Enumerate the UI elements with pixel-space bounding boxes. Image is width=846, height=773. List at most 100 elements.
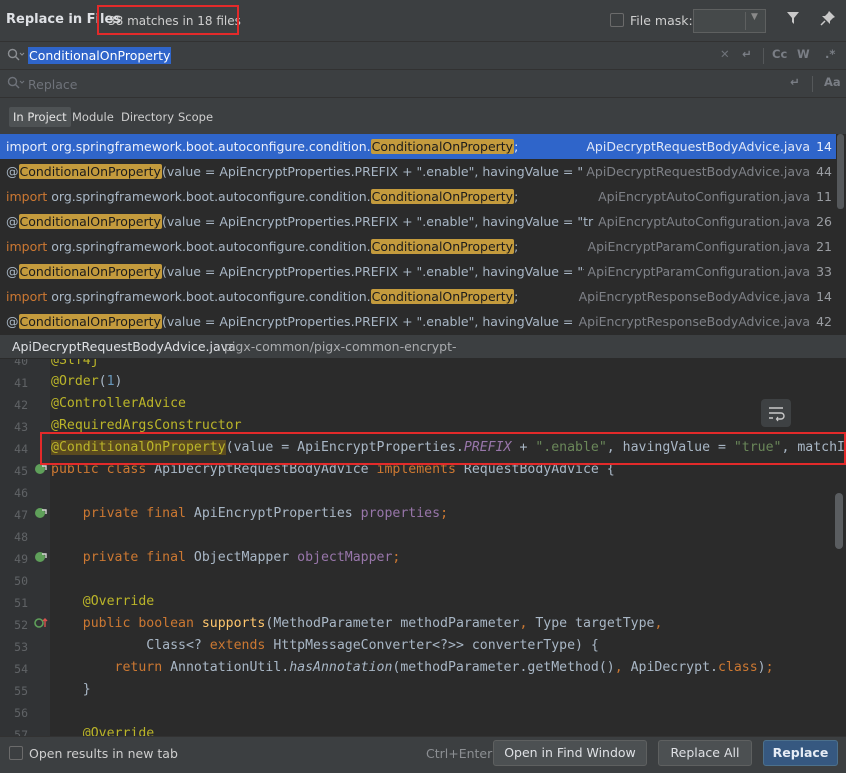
- code-line: @Slf4j: [51, 359, 99, 368]
- line-number: 41: [14, 376, 28, 390]
- result-file: ApiDecryptRequestBodyAdvice.java 44: [582, 159, 832, 184]
- match-highlight: ConditionalOnProperty: [370, 139, 515, 154]
- line-number: 53: [14, 640, 28, 654]
- line-number: 47: [14, 508, 28, 522]
- pin-icon[interactable]: [820, 10, 836, 29]
- scope-tabs: In Project Module Directory Scope: [0, 98, 846, 134]
- preview-path-bar: ApiDecryptRequestBodyAdvice.java pigx-co…: [0, 334, 846, 377]
- code-line: }: [51, 682, 91, 697]
- bean-gutter-icon[interactable]: [34, 507, 48, 522]
- file-mask-label: File mask:: [630, 13, 693, 28]
- clear-search-icon[interactable]: ✕: [720, 47, 730, 61]
- replace-row: ↵ Aa: [0, 70, 846, 98]
- result-snippet: import org.springframework.boot.autoconf…: [6, 239, 519, 254]
- line-number: 51: [14, 596, 28, 610]
- soft-wrap-button[interactable]: [761, 399, 791, 427]
- code-line: Class<? extends HttpMessageConverter<?>>…: [51, 638, 599, 653]
- line-number: 44: [14, 442, 28, 456]
- annotation-box-matches: [97, 5, 239, 35]
- new-line-icon[interactable]: ↵: [742, 47, 752, 61]
- code-line: @Override: [51, 726, 155, 736]
- match-highlight: ConditionalOnProperty: [18, 264, 162, 279]
- search-icon[interactable]: [7, 48, 25, 65]
- result-row[interactable]: import org.springframework.boot.autoconf…: [0, 234, 836, 259]
- combo-separator: [745, 12, 746, 30]
- new-line-icon[interactable]: ↵: [790, 75, 800, 89]
- result-snippet: import org.springframework.boot.autoconf…: [6, 189, 519, 204]
- match-highlight: ConditionalOnProperty: [370, 189, 515, 204]
- line-number: 52: [14, 618, 28, 632]
- import-keyword: import: [6, 139, 48, 154]
- replace-history-icon[interactable]: [7, 76, 25, 93]
- file-mask-checkbox[interactable]: [610, 13, 624, 27]
- result-line-number: 26: [816, 214, 832, 229]
- search-row: ConditionalOnProperty ✕ ↵ Cc W .*: [0, 42, 846, 70]
- result-snippet: import org.springframework.boot.autoconf…: [6, 289, 519, 304]
- result-line-number: 21: [816, 239, 832, 254]
- code-line: public boolean supports(MethodParameter …: [51, 616, 663, 631]
- result-file: ApiEncryptAutoConfiguration.java 26: [594, 209, 832, 234]
- tab-module[interactable]: Module: [68, 107, 118, 127]
- replace-all-button[interactable]: Replace All: [658, 740, 752, 766]
- result-line-number: 42: [816, 314, 832, 329]
- regex-toggle[interactable]: .*: [825, 47, 835, 61]
- dialog-footer: Open results in new tab Ctrl+Enter Open …: [0, 736, 846, 773]
- results-list[interactable]: import org.springframework.boot.autoconf…: [0, 134, 846, 334]
- tab-scope[interactable]: Scope: [174, 107, 217, 127]
- result-row[interactable]: @ConditionalOnProperty(value = ApiEncryp…: [0, 159, 836, 184]
- filter-icon[interactable]: [786, 11, 800, 28]
- tab-in-project[interactable]: In Project: [9, 107, 71, 127]
- code-preview[interactable]: 40 41 42 43 44 45 46 47 48 49 50 51 52 53 54 55 56 57 @Sl…: [0, 359, 846, 736]
- override-gutter-icon[interactable]: [34, 617, 48, 632]
- result-file: ApiEncryptParamConfiguration.java 33: [583, 259, 832, 284]
- preserve-case-toggle[interactable]: Aa: [824, 75, 841, 89]
- result-file: ApiEncryptParamConfiguration.java 21: [583, 234, 832, 259]
- bean-gutter-icon[interactable]: [34, 551, 48, 566]
- open-in-new-tab-checkbox[interactable]: [9, 746, 23, 760]
- code-line: @RequiredArgsConstructor: [51, 418, 242, 433]
- result-file: ApiEncryptAutoConfiguration.java 11: [594, 184, 832, 209]
- open-in-new-tab-label[interactable]: Open results in new tab: [29, 746, 178, 761]
- file-mask-combo[interactable]: ▼: [693, 9, 766, 33]
- editor-scrollbar[interactable]: [835, 493, 843, 549]
- chevron-down-icon[interactable]: ▼: [751, 12, 758, 22]
- result-row[interactable]: import org.springframework.boot.autoconf…: [0, 134, 836, 159]
- annotation-box-line: [40, 432, 846, 465]
- match-highlight: ConditionalOnProperty: [18, 164, 162, 179]
- result-file: ApiEncryptResponseBodyAdvice.java 14: [574, 284, 832, 309]
- code-line: @ControllerAdvice: [51, 396, 186, 411]
- code-line: @Override: [51, 594, 155, 609]
- open-in-find-window-button[interactable]: Open in Find Window: [493, 740, 647, 766]
- code-line: @Order(1): [51, 374, 123, 389]
- preview-file-name: ApiDecryptRequestBodyAdvice.java: [12, 339, 236, 354]
- result-snippet: @ConditionalOnProperty(value = ApiEncryp…: [6, 214, 681, 229]
- tab-directory[interactable]: Directory: [117, 107, 178, 127]
- code-line: return AnnotationUtil.hasAnnotation(meth…: [51, 660, 774, 675]
- line-number: 57: [14, 728, 28, 736]
- result-row[interactable]: @ConditionalOnProperty(value = ApiEncryp…: [0, 309, 836, 334]
- result-row[interactable]: @ConditionalOnProperty(value = ApiEncryp…: [0, 209, 836, 234]
- line-number: 45: [14, 464, 28, 478]
- words-toggle[interactable]: W: [797, 47, 810, 61]
- dialog-header: Replace in Files 38 matches in 18 files …: [0, 0, 846, 42]
- line-number: 42: [14, 398, 28, 412]
- results-scrollbar[interactable]: [837, 134, 844, 209]
- result-row[interactable]: import org.springframework.boot.autoconf…: [0, 284, 836, 309]
- replace-input[interactable]: [28, 76, 528, 92]
- implements-gutter-icon[interactable]: [34, 463, 48, 478]
- line-number: 46: [14, 486, 28, 500]
- result-row[interactable]: @ConditionalOnProperty(value = ApiEncryp…: [0, 259, 836, 284]
- line-number: 49: [14, 552, 28, 566]
- replace-button[interactable]: Replace: [763, 740, 838, 766]
- match-highlight: ConditionalOnProperty: [370, 239, 515, 254]
- shortcut-hint: Ctrl+Enter: [426, 746, 493, 761]
- result-row[interactable]: import org.springframework.boot.autoconf…: [0, 184, 836, 209]
- result-snippet: import org.springframework.boot.autoconf…: [6, 139, 519, 154]
- result-line-number: 11: [816, 189, 832, 204]
- line-number: 54: [14, 662, 28, 676]
- code-line: private final ApiEncryptProperties prope…: [51, 506, 449, 521]
- result-snippet: @ConditionalOnProperty(value = ApiEncryp…: [6, 314, 655, 329]
- gutter: [0, 359, 50, 736]
- code-line: private final ObjectMapper objectMapper;: [51, 550, 401, 565]
- match-case-toggle[interactable]: Cc: [772, 47, 787, 61]
